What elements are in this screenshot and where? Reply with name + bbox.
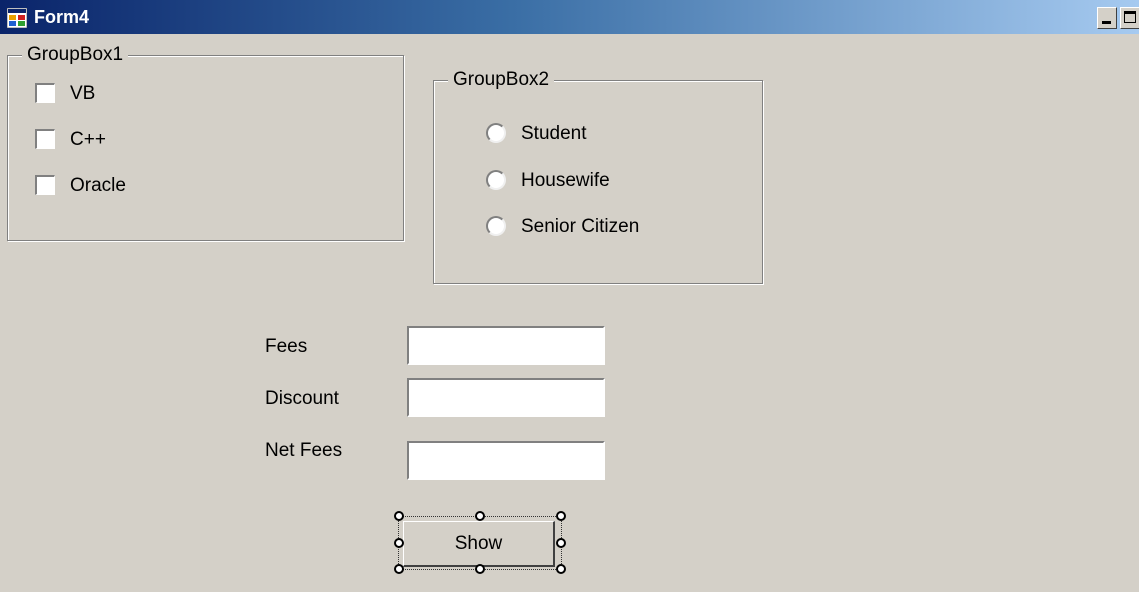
checkbox-box[interactable]: [35, 83, 55, 103]
title-bar[interactable]: Form4: [0, 0, 1139, 34]
maximize-button[interactable]: [1120, 7, 1139, 29]
checkbox-label: C++: [70, 129, 106, 150]
radio-label: Senior Citizen: [521, 216, 640, 237]
radio-label: Student: [521, 123, 587, 144]
groupbox2: GroupBox2 Student Housewife Senior Citiz…: [433, 69, 763, 284]
net-fees-input[interactable]: [406, 440, 606, 481]
window-title: Form4: [34, 7, 90, 27]
resize-handle-e[interactable]: [556, 538, 566, 548]
net-fees-label: Net Fees: [265, 440, 343, 461]
radio-circle[interactable]: [486, 216, 506, 236]
resize-handle-ne[interactable]: [556, 511, 566, 521]
radio-circle[interactable]: [486, 170, 506, 190]
form-app-icon: [7, 8, 27, 28]
fees-input[interactable]: [406, 325, 606, 366]
resize-handle-se[interactable]: [556, 564, 566, 574]
resize-handle-n[interactable]: [475, 511, 485, 521]
groupbox2-title: GroupBox2: [448, 69, 555, 91]
radio-circle[interactable]: [486, 123, 506, 143]
minimize-button[interactable]: [1097, 7, 1117, 29]
discount-label: Discount: [265, 388, 339, 409]
fees-label: Fees: [265, 336, 308, 357]
show-button[interactable]: Show: [403, 521, 555, 567]
minimize-icon: [1102, 21, 1111, 24]
groupbox1-title: GroupBox1: [22, 44, 129, 66]
checkbox-box[interactable]: [35, 129, 55, 149]
checkbox-label: Oracle: [70, 175, 126, 196]
checkbox-box[interactable]: [35, 175, 55, 195]
resize-handle-w[interactable]: [394, 538, 404, 548]
resize-handle-nw[interactable]: [394, 511, 404, 521]
radio-label: Housewife: [521, 170, 610, 191]
resize-handle-s[interactable]: [475, 564, 485, 574]
groupbox1: GroupBox1 VB C++ Oracle: [7, 44, 404, 241]
maximize-icon: [1124, 11, 1136, 23]
discount-input[interactable]: [406, 377, 606, 418]
checkbox-label: VB: [70, 83, 96, 104]
form-window: Form4 GroupBox1 VB C++ Oracle GroupBox2 …: [0, 0, 1139, 592]
resize-handle-sw[interactable]: [394, 564, 404, 574]
